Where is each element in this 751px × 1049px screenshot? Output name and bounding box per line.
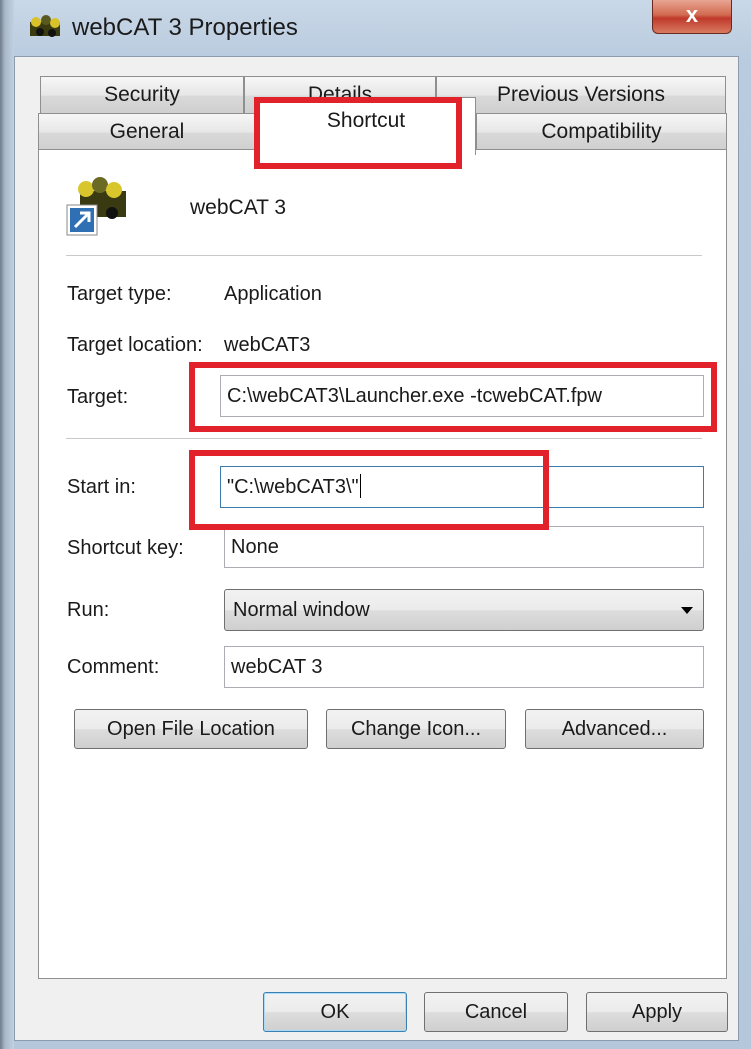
target-type-value: Application	[224, 283, 322, 305]
target-type-label: Target type:	[67, 283, 172, 305]
ok-button[interactable]: OK	[263, 992, 407, 1032]
properties-window: webCAT 3 Properties x Security Details P…	[0, 0, 751, 1049]
highlight-target-field	[189, 362, 717, 432]
run-select[interactable]: Normal window	[224, 589, 704, 631]
comment-input[interactable]: webCAT 3	[224, 646, 704, 688]
shortcut-key-label: Shortcut key:	[67, 537, 184, 559]
start-in-label: Start in:	[67, 476, 136, 498]
target-location-value: webCAT3	[224, 334, 311, 356]
apply-button[interactable]: Apply	[586, 992, 728, 1032]
highlight-shortcut-tab	[254, 97, 462, 169]
open-file-location-button[interactable]: Open File Location	[74, 709, 308, 749]
shortcut-app-icon	[66, 177, 126, 236]
target-label: Target:	[67, 386, 129, 408]
cancel-button[interactable]: Cancel	[424, 992, 568, 1032]
chevron-down-icon	[681, 607, 693, 614]
separator-middle	[66, 438, 702, 439]
change-icon-button[interactable]: Change Icon...	[326, 709, 506, 749]
shortcut-name: webCAT 3	[190, 196, 287, 219]
separator-top	[66, 255, 702, 256]
shortcut-key-input[interactable]: None	[224, 526, 704, 568]
highlight-start-in-field	[189, 450, 549, 530]
run-label: Run:	[67, 599, 110, 621]
run-select-value: Normal window	[233, 599, 370, 621]
comment-label: Comment:	[67, 656, 160, 678]
advanced-button[interactable]: Advanced...	[525, 709, 704, 749]
target-location-label: Target location:	[67, 334, 203, 356]
